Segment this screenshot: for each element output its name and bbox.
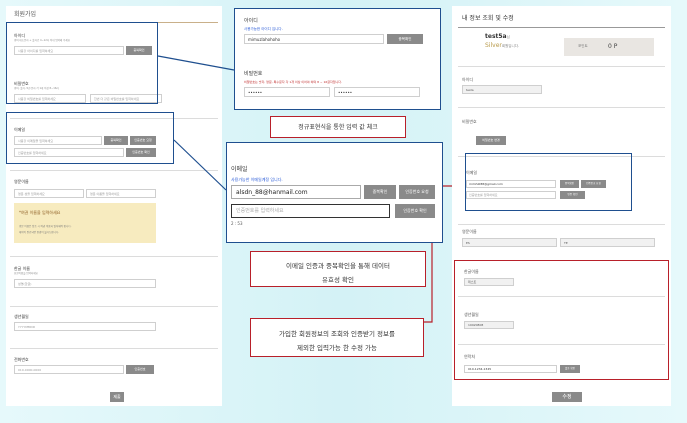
zoom-email-input[interactable]: alsdn_88@hanmail.com	[231, 185, 361, 199]
connector-id-pw	[157, 55, 235, 71]
zoom-pw-confirm-input[interactable]: ••••••	[334, 87, 420, 97]
profile-english-first-input[interactable]: ES	[462, 238, 557, 247]
zoom-pw-hint: 비밀번호는 숫자, 영문, 특수문자 각 1개 이상 이어야 하며 8 ~ 16…	[244, 80, 343, 84]
profile-english-name-label: 영문이름	[462, 229, 477, 234]
zoom-pw-input[interactable]: ••••••	[244, 87, 330, 97]
zoom-id-input[interactable]: mimuzlahohoho	[244, 34, 384, 44]
zoom-email-panel: 이메일 사용가능한 이메일계정 입니다. alsdn_88@hanmail.co…	[226, 142, 443, 243]
connector-email	[173, 139, 227, 191]
zoom-id-hint: 사용가능한 아이디 입니다.	[244, 27, 283, 31]
zoom-id-pw-panel: 아이디 사용가능한 아이디 입니다. mimuzlahohoho 중복확인 비밀…	[234, 8, 441, 110]
profile-id-label: 아이디	[462, 77, 474, 82]
profile-email-highlight-box	[465, 153, 632, 211]
point-box: 포인트 0 P	[564, 38, 654, 56]
zoom-id-check-button[interactable]: 중복확인	[387, 34, 423, 44]
profile-grade: Silver회원입니다.	[485, 42, 520, 49]
change-password-button[interactable]: 비밀번호 변경	[476, 136, 506, 145]
profile-editable-highlight-box	[454, 260, 669, 380]
zoom-email-check-button[interactable]: 중복확인	[364, 185, 396, 199]
annotation-edit: 가입한 회원정보의 조회와 인증받기 정보를 제외한 입력가능 한 수정 가능	[250, 318, 424, 357]
annotation-regex: 정규표현식을 통한 입력 값 체크	[270, 116, 406, 138]
zoom-code-input[interactable]: 인증번호를 입력하세요	[231, 204, 390, 218]
profile-username: test5a님	[485, 33, 510, 40]
profile-pw-label: 비밀번호	[462, 119, 477, 124]
zoom-timer: 2 : 53	[231, 221, 243, 226]
zoom-email-label: 이메일	[231, 166, 248, 173]
zoom-email-hint: 사용가능한 이메일계정 입니다.	[231, 177, 283, 182]
profile-id-field: testa	[462, 85, 542, 94]
zoom-pw-label: 비밀번호	[244, 71, 263, 77]
point-value: 0 P	[608, 43, 618, 50]
profile-submit-button[interactable]: 수정	[552, 392, 582, 402]
point-label: 포인트	[578, 44, 588, 48]
profile-english-last-input[interactable]: TE	[560, 238, 655, 247]
profile-title: 내 정보 조회 및 수정	[462, 15, 514, 22]
zoom-verify-button[interactable]: 인증번호 확인	[395, 204, 435, 218]
zoom-send-code-button[interactable]: 인증번호 요청	[399, 185, 435, 199]
zoom-id-label: 아이디	[244, 18, 258, 24]
annotation-email-verify: 이메일 인증과 중복확인을 통해 데이터 유효성 확인	[250, 251, 426, 287]
